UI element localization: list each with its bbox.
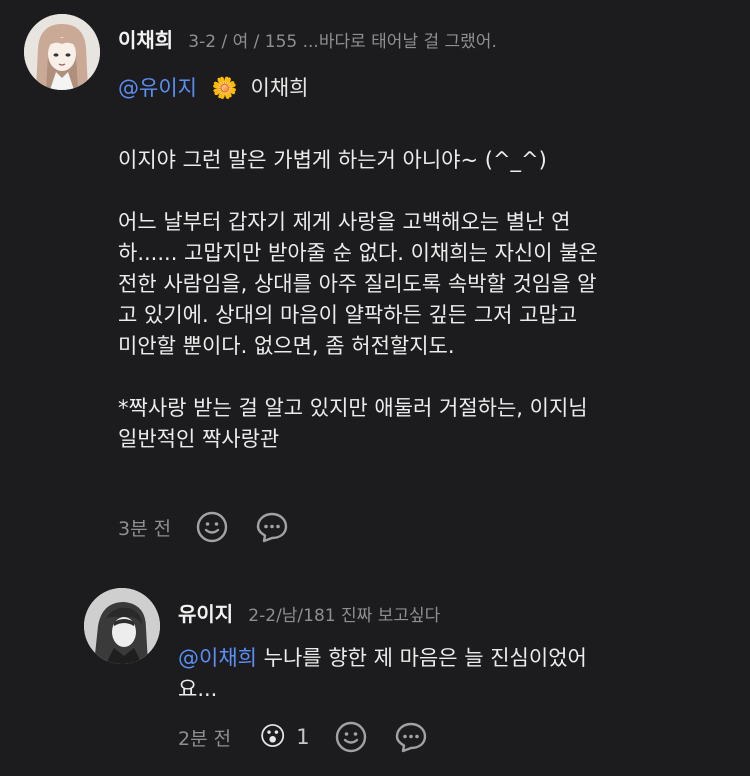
smiley-icon[interactable] — [195, 510, 229, 544]
comment-header: 이채희 3-2 / 여 / 155 ...바다로 태어날 걸 그랬어. — [118, 24, 497, 53]
author-meta: 3-2 / 여 / 155 ...바다로 태어날 걸 그랬어. — [188, 32, 497, 52]
surprised-emoji-icon[interactable]: 😮 — [259, 722, 286, 752]
timestamp: 3분 전 — [118, 517, 172, 540]
reply-author-name[interactable]: 유이지 — [178, 602, 233, 626]
reply-body: @이채희 누나를 향한 제 마음은 늘 진심이었어 요... — [178, 643, 718, 705]
reply-timestamp: 2분 전 — [178, 727, 232, 750]
avatar-illustration — [24, 14, 100, 90]
comment-mention-line: @유이지 🌼 이채희 — [118, 72, 308, 102]
flower-emoji-icon: 🌼 — [211, 76, 238, 100]
reply-author-meta: 2-2/남/181 진짜 보고싶다 — [248, 606, 441, 626]
reply-header: 유이지 2-2/남/181 진짜 보고싶다 — [178, 598, 440, 627]
mention-link[interactable]: @유이지 — [118, 76, 197, 100]
reply-footer: 2분 전 😮 1 — [178, 720, 428, 754]
comment-footer: 3분 전 — [118, 510, 289, 544]
comment-body: 이지야 그런 말은 가볍게 하는거 아니야~ (^_^) 어느 날부터 갑자기 … — [118, 148, 598, 451]
speech-bubble-icon[interactable] — [394, 720, 428, 754]
signature-text: 이채희 — [250, 76, 309, 100]
speech-bubble-icon[interactable] — [255, 510, 289, 544]
avatar-illustration — [84, 588, 160, 664]
smiley-icon[interactable] — [334, 720, 368, 754]
reaction-count: 1 — [296, 725, 310, 749]
reply-mention-link[interactable]: @이채희 — [178, 646, 257, 670]
author-name[interactable]: 이채희 — [118, 28, 173, 52]
avatar[interactable] — [24, 14, 100, 90]
reply-avatar[interactable] — [84, 588, 160, 664]
